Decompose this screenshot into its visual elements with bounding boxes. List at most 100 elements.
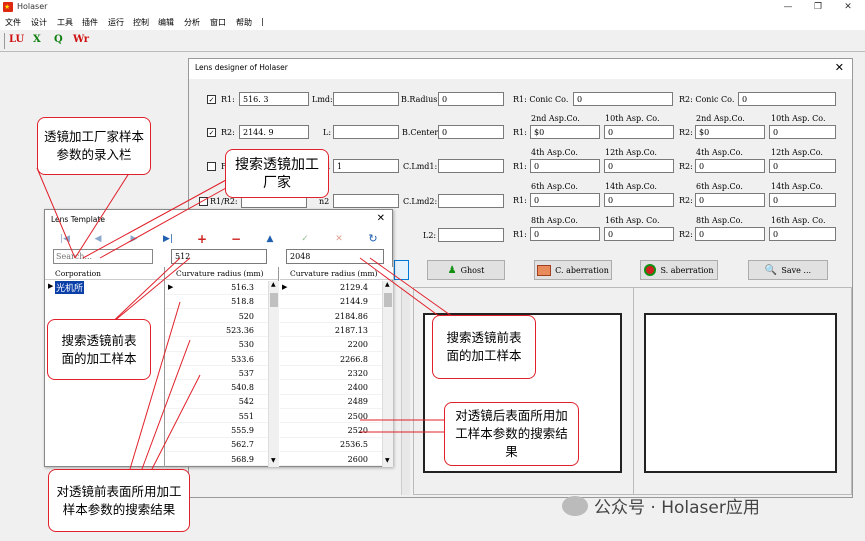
- prev-record-icon[interactable]: ◀: [90, 232, 106, 246]
- q-button[interactable]: Q: [54, 34, 63, 45]
- c-aberration-button[interactable]: C. aberration: [534, 260, 612, 280]
- back-radius-row[interactable]: 2184.86: [280, 310, 382, 324]
- asp-r2-8th-field[interactable]: 0: [695, 227, 765, 241]
- l-field[interactable]: [333, 125, 399, 139]
- lens-template-close-button[interactable]: ✕: [377, 213, 385, 224]
- asp-r2-12th-field[interactable]: 0: [769, 159, 836, 173]
- clmd1-field[interactable]: [438, 159, 504, 173]
- post-record-icon[interactable]: ✓: [297, 232, 313, 246]
- cancel-record-icon[interactable]: ✕: [331, 232, 347, 246]
- menu-control[interactable]: 控制: [133, 17, 149, 28]
- asp-r1-2nd-field[interactable]: $0: [530, 125, 600, 139]
- front-radius-row[interactable]: 520: [166, 310, 268, 324]
- lmd-field[interactable]: [333, 92, 399, 106]
- asp-r1-12th-field[interactable]: 0: [604, 159, 674, 173]
- n1-field[interactable]: 1: [333, 159, 399, 173]
- r2-field[interactable]: 2144. 9: [239, 125, 309, 139]
- bcenter-field[interactable]: 0: [438, 125, 504, 139]
- back-radius-row[interactable]: 2187.13: [280, 324, 382, 338]
- menu-analysis[interactable]: 分析: [184, 17, 200, 28]
- hidden-button[interactable]: [394, 260, 409, 280]
- r1-field[interactable]: 516. 3: [239, 92, 309, 106]
- bradius-field[interactable]: 0: [438, 92, 504, 106]
- front-radius-row[interactable]: 523.36: [166, 324, 268, 338]
- asp-r2-10th-field[interactable]: 0: [769, 125, 836, 139]
- asp-r2-16th-field[interactable]: 0: [769, 227, 836, 241]
- corporation-search-input[interactable]: [53, 249, 153, 264]
- menu-tools[interactable]: 工具: [57, 17, 73, 28]
- r2-checkbox[interactable]: ✓: [207, 128, 216, 137]
- wr-button[interactable]: Wr: [73, 34, 89, 45]
- edit-record-icon[interactable]: ▲: [262, 232, 278, 246]
- front-radius-row[interactable]: 555.9: [166, 424, 268, 438]
- r2-conic-field[interactable]: 0: [738, 92, 836, 106]
- corporation-selected[interactable]: 光机所: [55, 281, 85, 294]
- r1r2-checkbox[interactable]: [199, 197, 208, 206]
- l2-field[interactable]: [438, 228, 504, 242]
- n2-field[interactable]: [333, 194, 399, 208]
- minimize-button[interactable]: —: [773, 0, 803, 15]
- asp-r1-6th-field[interactable]: 0: [530, 193, 600, 207]
- back-radius-row[interactable]: 2536.5: [280, 438, 382, 452]
- front-radius-row[interactable]: 516.3: [166, 281, 268, 295]
- back-radius-row[interactable]: 2200: [280, 338, 382, 352]
- front-radius-row[interactable]: 542: [166, 395, 268, 409]
- menu-window[interactable]: 窗口: [210, 17, 226, 28]
- f-checkbox[interactable]: [207, 162, 216, 171]
- restore-button[interactable]: ❐: [803, 0, 833, 15]
- asp-r2-4th-field[interactable]: 0: [695, 159, 765, 173]
- back-radius-row[interactable]: 2600: [280, 453, 382, 467]
- front-radius-row[interactable]: 562.7: [166, 438, 268, 452]
- front-radius-row[interactable]: 533.6: [166, 353, 268, 366]
- menu-edit[interactable]: 编辑: [158, 17, 174, 28]
- asp-r2-2nd-field[interactable]: $0: [695, 125, 765, 139]
- back-radius-row[interactable]: 2400: [280, 381, 382, 395]
- asp-r1-10th-field[interactable]: 0: [604, 125, 674, 139]
- back-radius-row[interactable]: 2500: [280, 410, 382, 424]
- back-radius-row[interactable]: 2320: [280, 367, 382, 381]
- back-radius-row[interactable]: 2266.8: [280, 353, 382, 366]
- last-record-icon[interactable]: ▶|: [160, 232, 176, 246]
- menu-run[interactable]: 运行: [108, 17, 124, 28]
- back-scrollbar[interactable]: ▲ ▼: [382, 281, 393, 467]
- ghost-button[interactable]: ♟ Ghost: [427, 260, 505, 280]
- asp-r1-16th-field[interactable]: 0: [604, 227, 674, 241]
- asp-r2-6th-field[interactable]: 0: [695, 193, 765, 207]
- add-record-icon[interactable]: +: [194, 232, 210, 246]
- clmd2-field[interactable]: [438, 194, 504, 208]
- save-button[interactable]: 🔍 Save ...: [748, 260, 828, 280]
- refresh-icon[interactable]: ↻: [365, 232, 381, 246]
- front-radius-row[interactable]: 540.8: [166, 381, 268, 395]
- back-radius-filter-input[interactable]: 2048: [286, 249, 384, 264]
- front-radius-filter-input[interactable]: 512: [171, 249, 267, 264]
- s-aberration-button[interactable]: S. aberration: [640, 260, 718, 280]
- scroll-area[interactable]: [401, 287, 410, 495]
- r1-checkbox[interactable]: ✓: [207, 95, 216, 104]
- front-radius-row[interactable]: 537: [166, 367, 268, 381]
- menu-file[interactable]: 文件: [5, 17, 21, 28]
- asp-r1-4th-field[interactable]: 0: [530, 159, 600, 173]
- menu-plugins[interactable]: 插件: [82, 17, 98, 28]
- menu-help[interactable]: 帮助: [236, 17, 252, 28]
- front-radius-row[interactable]: 568.9: [166, 453, 268, 467]
- back-radius-row[interactable]: 2489: [280, 395, 382, 409]
- back-radius-row[interactable]: 2144.9: [280, 295, 382, 309]
- front-radius-row[interactable]: 518.8: [166, 295, 268, 309]
- asp-r1-8th-field[interactable]: 0: [530, 227, 600, 241]
- r1-conic-field[interactable]: 0: [573, 92, 673, 106]
- back-radius-row[interactable]: 2520: [280, 424, 382, 438]
- front-radius-row[interactable]: 530: [166, 338, 268, 352]
- lu-button[interactable]: LU: [9, 34, 24, 45]
- next-record-icon[interactable]: ▶: [126, 232, 142, 246]
- first-record-icon[interactable]: |◀: [57, 232, 73, 246]
- asp-r2-14th-field[interactable]: 0: [769, 193, 836, 207]
- front-scrollbar[interactable]: ▲ ▼: [268, 281, 279, 467]
- x-button[interactable]: X: [33, 34, 41, 45]
- close-button[interactable]: ✕: [833, 0, 863, 15]
- menu-design[interactable]: 设计: [31, 17, 47, 28]
- front-radius-row[interactable]: 551: [166, 410, 268, 424]
- lens-designer-close-button[interactable]: ✕: [835, 61, 844, 74]
- back-radius-row[interactable]: 2129.4: [280, 281, 382, 295]
- delete-record-icon[interactable]: −: [228, 232, 244, 246]
- asp-r1-14th-field[interactable]: 0: [604, 193, 674, 207]
